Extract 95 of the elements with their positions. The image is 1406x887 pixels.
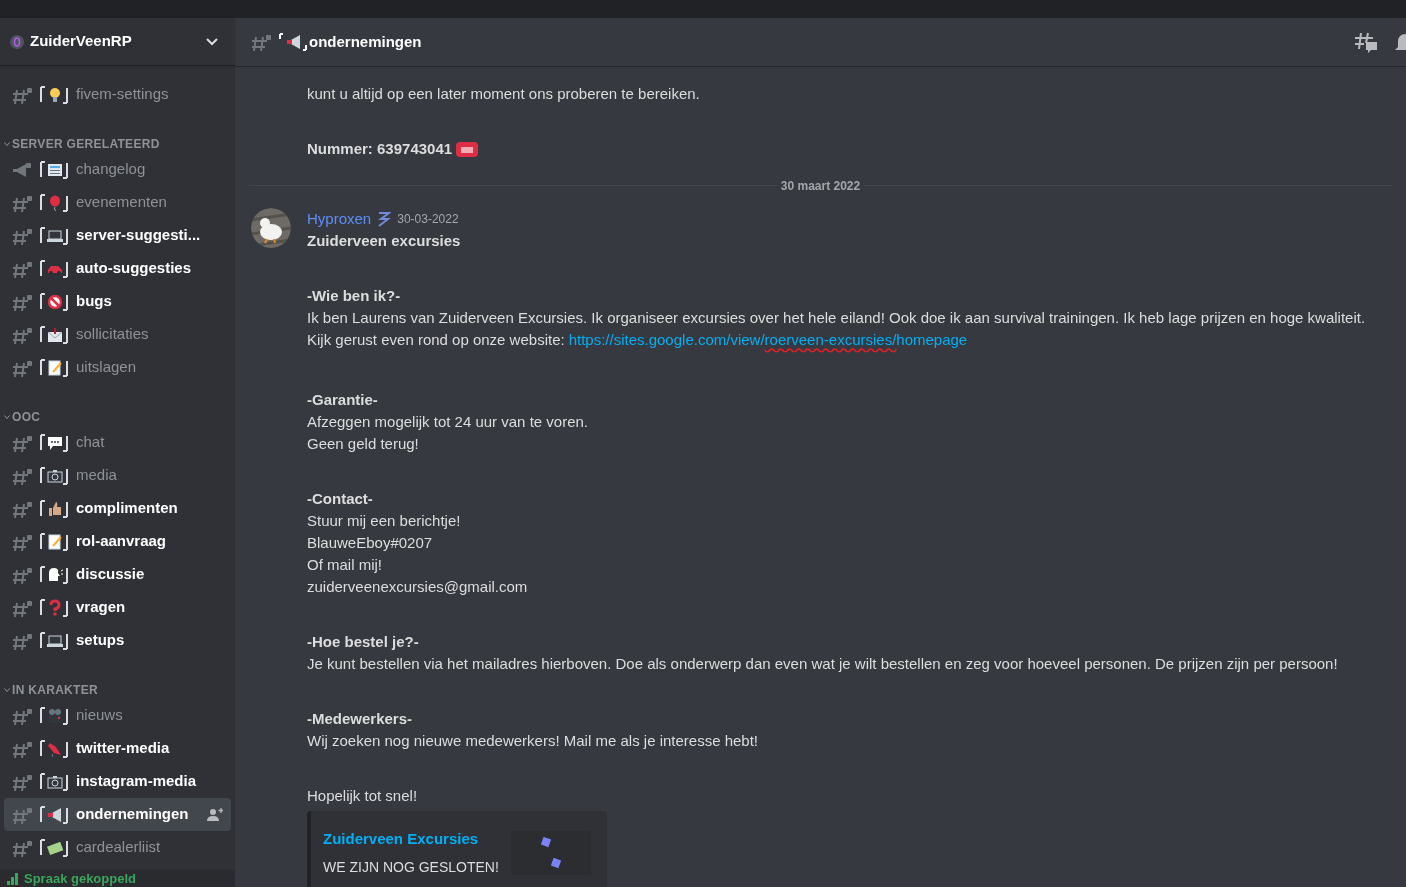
- channel-item[interactable]: uitslagen: [4, 351, 231, 384]
- locked-channel-icon: [12, 499, 32, 518]
- locked-channel-icon: [12, 259, 32, 278]
- message-text: Nummer: 639743041: [307, 139, 453, 159]
- channel-item[interactable]: bugs: [4, 285, 231, 318]
- megaphone-icon: [40, 805, 68, 824]
- channel-item[interactable]: auto-suggesties: [4, 252, 231, 285]
- locked-channel-icon: [12, 193, 32, 212]
- notification-bell-icon: [1394, 31, 1406, 53]
- locked-channel-icon: [12, 706, 32, 725]
- message-text: Kijk gerust even rond op onze website:: [307, 330, 565, 350]
- channel-item[interactable]: evenementen: [4, 186, 231, 219]
- banknote-icon: [40, 838, 68, 857]
- envelope-icon: [40, 325, 68, 344]
- channel-title: ondernemingen: [309, 31, 423, 52]
- message-text: Hopelijk tot snel!: [307, 786, 419, 806]
- channel-item[interactable]: server-suggesti...: [4, 219, 231, 252]
- locked-channel-icon: [12, 358, 32, 377]
- category-header[interactable]: IN KARAKTER: [4, 657, 231, 699]
- website-link[interactable]: https://sites.google.com/view/roerveen-excursies/homepage: [568, 329, 968, 356]
- prohibited-icon: [40, 292, 68, 311]
- movie-camera-icon: [40, 706, 68, 725]
- locked-channel-icon: [12, 838, 32, 857]
- channel-item[interactable]: fivem-settings: [4, 78, 231, 111]
- channel-item[interactable]: cardealerliist: [4, 831, 231, 864]
- locked-channel-icon: [12, 805, 32, 824]
- message-text: -Garantie- Afzeggen mogelijk tot 24 uur van te voren. Geen geld terug!: [307, 390, 589, 454]
- channel-item[interactable]: discussie: [4, 558, 231, 591]
- lightbulb-icon: [40, 85, 68, 104]
- locked-channel-icon: [12, 226, 32, 245]
- chevron-down-icon: [4, 687, 10, 693]
- question-mark-icon: [40, 598, 68, 617]
- message-text: Zuiderveen excursies: [307, 231, 462, 251]
- megaphone-icon: [279, 33, 307, 51]
- speaking-head-icon: [40, 565, 68, 584]
- category-header[interactable]: SERVER GERELATEERD: [4, 111, 231, 153]
- channel-item[interactable]: nieuws: [4, 699, 231, 732]
- message-text: -Contact- Stuur mij een berichtje! BlauweEboy#0207 Of mail mij! zuiderveenexcursies@gmail.com: [307, 489, 529, 597]
- message-text: -Wie ben ik?- Ik ben Laurens van Zuiderveen Excursies. Ik organiseer excursies over het hele eiland! Ook doe ik aan survival trainingen. Ik heb lage prijzen en hoge kwaliteit.: [307, 286, 1367, 328]
- timestamp: 30-03-2022: [397, 211, 459, 228]
- message-text: -Medewerkers- Wij zoeken nog nieuwe medewerkers! Mail me als je interesse hebt!: [307, 709, 760, 751]
- signal-icon: [6, 872, 20, 885]
- channel-item[interactable]: vragen: [4, 591, 231, 624]
- announcement-channel-icon: [12, 160, 32, 179]
- chevron-down-icon: [205, 36, 219, 47]
- memo-icon: [40, 358, 68, 377]
- badge-icon: [377, 211, 392, 227]
- channel-item[interactable]: instagram-media: [4, 765, 231, 798]
- channel-item[interactable]: media: [4, 459, 231, 492]
- laptop-icon: [40, 631, 68, 650]
- locked-channel-icon: [12, 598, 32, 617]
- channel-item[interactable]: rol-aanvraag: [4, 525, 231, 558]
- locked-channel-icon: [12, 325, 32, 344]
- channel-item[interactable]: setups: [4, 624, 231, 657]
- channel-item[interactable]: changelog: [4, 153, 231, 186]
- memo-icon: [40, 532, 68, 551]
- bird-icon: [40, 739, 68, 758]
- locked-channel-icon: [12, 772, 32, 791]
- locked-channel-icon: [12, 292, 32, 311]
- message-text: kunt u altijd op een later moment ons proberen te bereiken.: [307, 84, 701, 104]
- locked-channel-icon: [12, 466, 32, 485]
- chevron-down-icon: [4, 141, 10, 147]
- embed-description: WE ZIJN NOG GESLOTEN!: [323, 858, 500, 877]
- channel-item[interactable]: complimenten: [4, 492, 231, 525]
- embed-title[interactable]: Zuiderveen Excursies: [323, 828, 511, 850]
- message-text: -Hoe bestel je?- Je kunt bestellen via het mailadres hierboven. Doe als onderwerp dan even wat je wilt bestellen en zeg voor hoeveel personen. De prijzen zijn per persoon!: [307, 632, 1339, 674]
- server-header[interactable]: ZuiderVeenRP: [0, 18, 235, 66]
- channel-item[interactable]: ondernemingen: [4, 798, 231, 831]
- telephone-icon: [456, 140, 479, 158]
- channel-item[interactable]: sollicitaties: [4, 318, 231, 351]
- locked-channel-icon: [12, 631, 32, 650]
- channel-item[interactable]: chat: [4, 426, 231, 459]
- locked-channel-icon: [12, 565, 32, 584]
- newspaper-icon: [40, 160, 68, 179]
- channel-item[interactable]: twitter-media: [4, 732, 231, 765]
- image-placeholder-icon: [541, 837, 561, 869]
- server-icon: [10, 34, 24, 49]
- server-name: ZuiderVeenRP: [30, 31, 133, 52]
- car-icon: [40, 259, 68, 278]
- balloon-icon: [40, 193, 68, 212]
- locked-channel-icon: [12, 532, 32, 551]
- camera-icon: [40, 772, 68, 791]
- voice-status: Spraak gekoppeld: [24, 870, 136, 887]
- category-header[interactable]: OOC: [4, 384, 231, 426]
- speech-bubble-icon: [40, 433, 68, 452]
- camera-icon: [40, 466, 68, 485]
- chevron-down-icon: [4, 414, 10, 420]
- laptop-icon: [40, 226, 68, 245]
- locked-channel-icon: [12, 85, 32, 104]
- username[interactable]: Hyproxen: [307, 208, 372, 230]
- thumbs-up-icon: [40, 499, 68, 518]
- threads-icon: [1354, 31, 1378, 53]
- locked-channel-icon: [12, 433, 32, 452]
- locked-channel-icon: [12, 739, 32, 758]
- locked-channel-icon: [251, 33, 271, 51]
